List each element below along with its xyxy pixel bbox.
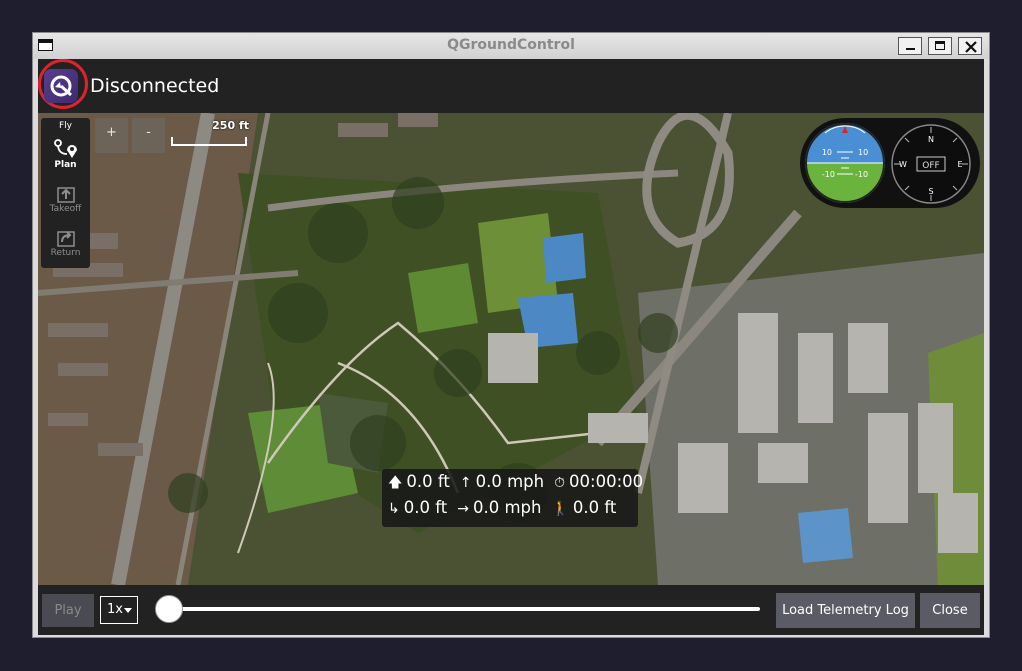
compass-e: E [957,160,962,169]
load-telemetry-log-button[interactable]: Load Telemetry Log [776,593,915,628]
scale-bar [171,137,247,146]
vertical-speed-value: 0.0 mph [475,472,545,491]
qgc-logo-button[interactable] [44,69,78,103]
takeoff-label: Takeoff [49,204,82,214]
playback-bar: Play 1x Load Telemetry Log Close [38,585,984,635]
return-tool[interactable]: Return [41,228,90,258]
playback-slider-handle[interactable] [155,595,183,623]
compass-w: W [899,160,907,169]
zoom-out-button[interactable]: - [132,118,165,153]
altitude-icon: 🡅 [388,475,403,491]
qgc-window: QGroundControl Disconnected Fly Plan Tak… [32,32,990,638]
fly-tool[interactable]: Fly [41,121,90,131]
satellite-map[interactable]: Fly Plan Takeoff Return + - 250 ft 10 10… [38,113,984,585]
plan-label: Plan [54,160,77,170]
minimize-button[interactable] [898,37,922,55]
distance-icon: ↳ [388,501,400,517]
connection-status: Disconnected [90,75,220,97]
plan-tool[interactable]: Plan [41,138,90,170]
vertical-speed-icon: ↑ [459,475,472,491]
attitude-svg: 10 10 -10 -10 [805,123,885,203]
timer-icon: ⏱ [554,475,566,491]
fly-label: Fly [58,121,72,131]
map-scale: 250 ft [171,119,249,149]
window-title: QGroundControl [447,37,575,53]
compass-svg: N E S W OFF [891,124,971,204]
chevron-down-icon [124,608,132,613]
attitude-indicator: 10 10 -10 -10 [805,123,885,203]
maximize-button[interactable] [928,37,952,55]
takeoff-tool[interactable]: Takeoff [41,184,90,214]
app-area: Disconnected Fly Plan Takeoff Return + -… [38,59,984,635]
distance-value: 0.0 ft [403,498,448,517]
plan-toolstrip: Fly Plan Takeoff Return [41,118,90,268]
return-icon [56,231,75,247]
takeoff-icon [56,187,75,203]
flight-time-value: 00:00:00 [569,472,644,491]
home-distance-value: 0.0 ft [572,498,617,517]
pitch-mark-up-right: 10 [858,148,868,157]
qgc-logo-icon [50,75,73,97]
pitch-mark-down-left: -10 [822,170,835,179]
main-toolbar: Disconnected [38,59,984,113]
ground-speed-value: 0.0 mph [472,498,542,517]
telemetry-panel: 🡅 0.0 ft ↑ 0.0 mph ⏱ 00:00:00 ↳ 0.0 ft → 0.0 mph… [382,469,643,527]
close-icon [965,41,977,53]
compass-state: OFF [922,161,939,171]
playback-rate-value: 1x [107,602,123,617]
playback-rate-select[interactable]: 1x [100,596,138,624]
compass-n: N [928,135,934,144]
pitch-mark-up-left: 10 [822,148,832,157]
zoom-in-button[interactable]: + [95,118,128,153]
play-button[interactable]: Play [42,594,94,627]
return-label: Return [50,248,81,258]
home-distance-icon: 🚶 [551,501,569,517]
compass-s: S [928,187,933,196]
pitch-mark-down-right: -10 [855,170,868,179]
playback-slider-track[interactable] [168,607,760,611]
title-bar[interactable]: QGroundControl [33,33,989,59]
instrument-panel: 10 10 -10 -10 N E S W OFF [800,118,980,208]
ground-speed-icon: → [457,501,469,517]
altitude-value: 0.0 ft [406,472,450,491]
plan-icon [53,139,77,158]
compass: N E S W OFF [890,123,972,205]
close-window-button[interactable] [958,37,982,55]
scale-label: 250 ft [212,119,249,132]
close-button[interactable]: Close [920,593,980,628]
